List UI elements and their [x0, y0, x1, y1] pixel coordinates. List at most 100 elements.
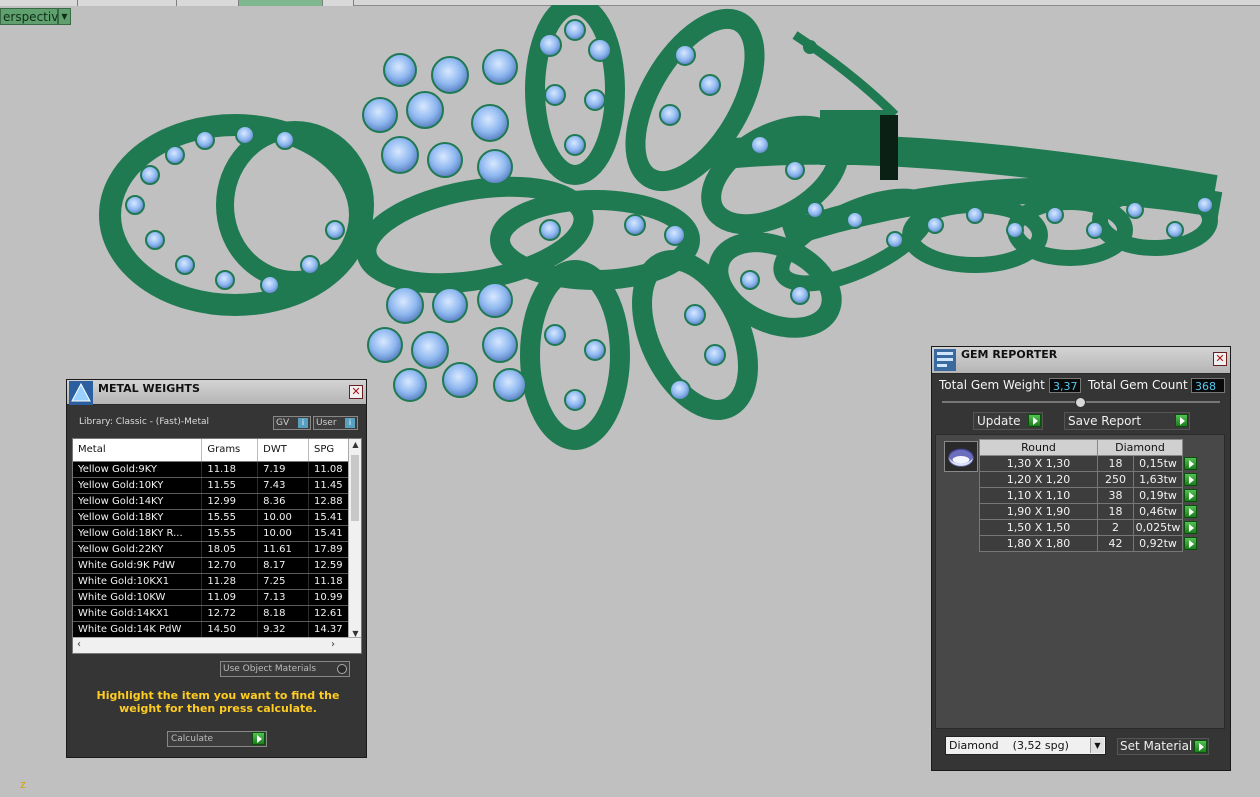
table-cell: 12.59 [308, 557, 349, 574]
chevron-down-icon[interactable]: ▼ [58, 8, 71, 25]
calculate-button[interactable]: Calculate [167, 731, 267, 747]
gem-row-action[interactable] [1183, 456, 1199, 472]
update-label: Update [977, 414, 1021, 428]
table-row[interactable]: Yellow Gold:22KY 18.05 11.61 17.89 [73, 541, 349, 558]
use-object-materials-toggle[interactable]: Use Object Materials [220, 661, 350, 677]
table-cell: 11.61 [257, 541, 310, 558]
use-object-materials-label: Use Object Materials [223, 664, 317, 674]
user-toggle[interactable]: User i [313, 416, 358, 430]
table-cell: White Gold:14KX1 [73, 605, 203, 622]
column-header-diamond: Diamond [1097, 439, 1183, 456]
gem-report-icon [934, 349, 956, 371]
gem-table-header: Round Diamond [979, 439, 1199, 456]
top-tab[interactable] [0, 0, 78, 6]
metal-table[interactable]: Metal Grams DWT SPG Yellow Gold:9KY 11.18… [72, 438, 362, 654]
gem-row[interactable]: 1,50 X 1,50 2 0,025tw [979, 519, 1199, 536]
gem-row-action[interactable] [1183, 536, 1199, 552]
table-cell: 12.88 [308, 493, 349, 510]
table-row[interactable]: Yellow Gold:18KY 15.55 10.00 15.41 [73, 509, 349, 526]
play-arrow-icon[interactable] [1184, 536, 1197, 550]
table-cell: 11.28 [201, 573, 259, 590]
panel-title: GEM REPORTER [961, 348, 1058, 361]
table-cell: 11.18 [201, 461, 259, 478]
table-row[interactable]: White Gold:10KW 11.09 7.13 10.99 [73, 589, 349, 606]
play-arrow-icon[interactable] [252, 732, 265, 745]
hint-text: Highlight the item you want to find the … [96, 689, 340, 715]
gem-row[interactable]: 1,30 X 1,30 18 0,15tw [979, 455, 1199, 472]
gem-cell: 42 [1097, 535, 1134, 552]
table-row[interactable]: Yellow Gold:18KY R... 15.55 10.00 15.41 [73, 525, 349, 542]
column-header[interactable]: Metal [73, 439, 203, 462]
splitter-handle[interactable] [1075, 397, 1086, 408]
table-row[interactable]: White Gold:10KX1 11.28 7.25 11.18 [73, 573, 349, 590]
table-cell: 12.61 [308, 605, 349, 622]
table-row[interactable]: White Gold:14KX1 12.72 8.18 12.61 [73, 605, 349, 622]
gem-row-action[interactable] [1183, 472, 1199, 488]
play-arrow-icon[interactable] [1184, 456, 1197, 470]
table-row[interactable]: White Gold:14K PdW 14.50 9.32 14.37 [73, 621, 349, 638]
scroll-left-icon[interactable]: ‹ [77, 639, 81, 650]
table-cell: Yellow Gold:18KY [73, 509, 203, 526]
table-cell: 11.18 [308, 573, 349, 590]
column-header[interactable]: DWT [257, 439, 310, 462]
table-row[interactable]: Yellow Gold:10KY 11.55 7.43 11.45 [73, 477, 349, 494]
play-arrow-icon[interactable] [1175, 414, 1188, 427]
gem-row[interactable]: 1,90 X 1,90 18 0,46tw [979, 503, 1199, 520]
radio-icon[interactable] [337, 664, 347, 674]
close-icon[interactable]: ✕ [1213, 352, 1227, 366]
scroll-thumb[interactable] [351, 455, 359, 521]
panel-title: METAL WEIGHTS [98, 382, 200, 395]
table-row[interactable]: White Gold:9K PdW 12.70 8.17 12.59 [73, 557, 349, 574]
gem-cell: 18 [1097, 503, 1134, 520]
play-arrow-icon[interactable] [1184, 520, 1197, 534]
round-stone-icon[interactable] [944, 441, 978, 472]
table-cell: 12.70 [201, 557, 259, 574]
gem-row-action[interactable] [1183, 504, 1199, 520]
set-material-button[interactable]: Set Material [1117, 738, 1209, 755]
viewport-label[interactable]: erspective [0, 8, 66, 25]
horizontal-scrollbar[interactable]: ‹ › [73, 637, 361, 653]
column-header[interactable]: SPG [308, 439, 349, 462]
chevron-down-icon[interactable]: ▼ [1090, 738, 1104, 753]
gv-toggle[interactable]: GV i [273, 416, 311, 430]
gem-row[interactable]: 1,10 X 1,10 38 0,19tw [979, 487, 1199, 504]
axis-label: z [20, 778, 26, 791]
table-cell: 12.72 [201, 605, 259, 622]
play-arrow-icon[interactable] [1028, 414, 1041, 427]
calculate-label: Calculate [171, 734, 214, 744]
table-cell: 14.50 [201, 621, 259, 638]
play-arrow-icon[interactable] [1184, 504, 1197, 518]
table-cell: 15.41 [308, 509, 349, 526]
info-icon: i [345, 418, 355, 428]
save-report-button[interactable]: Save Report [1064, 412, 1190, 430]
gem-row-action[interactable] [1183, 520, 1199, 536]
scroll-right-icon[interactable]: › [331, 639, 335, 650]
gem-cell: 1,30 X 1,30 [979, 455, 1098, 472]
gem-row[interactable]: 1,80 X 1,80 42 0,92tw [979, 535, 1199, 552]
vertical-scrollbar[interactable]: ▲ ▼ [348, 439, 361, 639]
update-button[interactable]: Update [973, 412, 1043, 430]
material-select[interactable]: Diamond (3,52 spg) ▼ [945, 736, 1106, 755]
table-cell: 11.55 [201, 477, 259, 494]
table-cell: Yellow Gold:9KY [73, 461, 203, 478]
gem-reporter-header[interactable]: GEM REPORTER ✕ [932, 347, 1230, 374]
play-arrow-icon[interactable] [1194, 740, 1207, 753]
gem-row-action[interactable] [1183, 488, 1199, 504]
gem-cell: 18 [1097, 455, 1134, 472]
play-arrow-icon[interactable] [1184, 472, 1197, 486]
close-icon[interactable]: ✕ [349, 385, 363, 399]
table-row[interactable]: Yellow Gold:14KY 12.99 8.36 12.88 [73, 493, 349, 510]
play-arrow-icon[interactable] [1184, 488, 1197, 502]
scroll-up-icon[interactable]: ▲ [349, 440, 361, 449]
gem-cell: 250 [1097, 471, 1134, 488]
table-row[interactable]: Yellow Gold:9KY 11.18 7.19 11.08 [73, 461, 349, 478]
total-gem-count-label: Total Gem Count [1088, 378, 1188, 392]
table-cell: 15.55 [201, 509, 259, 526]
gem-cell: 0,46tw [1133, 503, 1183, 520]
set-material-label: Set Material [1120, 739, 1193, 753]
gem-cell: 0,92tw [1133, 535, 1183, 552]
material-value: Diamond (3,52 spg) [949, 739, 1069, 752]
metal-weights-header[interactable]: METAL WEIGHTS ✕ [67, 380, 366, 405]
gem-row[interactable]: 1,20 X 1,20 250 1,63tw [979, 471, 1199, 488]
column-header[interactable]: Grams [201, 439, 259, 462]
